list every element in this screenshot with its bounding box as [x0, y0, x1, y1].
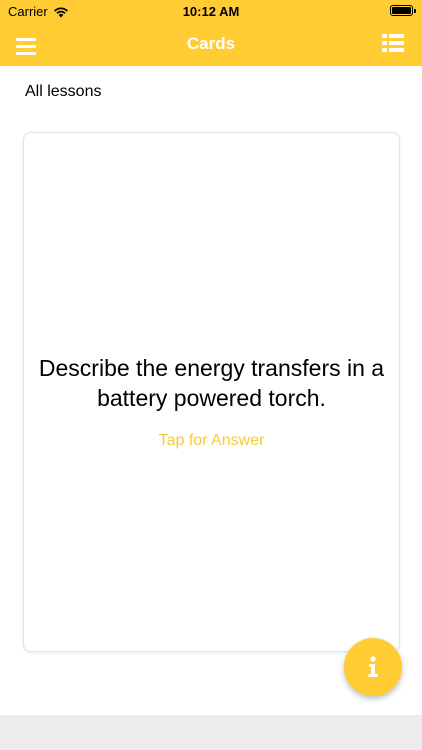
battery-icon: [390, 5, 416, 16]
list-view-icon[interactable]: [382, 33, 404, 53]
card-question: Describe the energy transfers in a batte…: [38, 355, 385, 411]
flash-card[interactable]: Describe the energy transfers in a batte…: [23, 132, 400, 652]
status-time: 10:12 AM: [182, 4, 240, 19]
tap-for-answer-link[interactable]: Tap for Answer: [24, 432, 399, 450]
bottom-bar: [0, 715, 422, 750]
battery-level-fill: [392, 7, 411, 14]
info-icon: [368, 656, 378, 677]
page-title: Cards: [186, 34, 236, 53]
info-button[interactable]: [344, 638, 402, 696]
status-bar: Carrier 10:12 AM: [0, 0, 422, 22]
top-bar: Carrier 10:12 AM Cards: [0, 0, 422, 66]
lesson-filter-label[interactable]: All lessons: [25, 83, 101, 101]
